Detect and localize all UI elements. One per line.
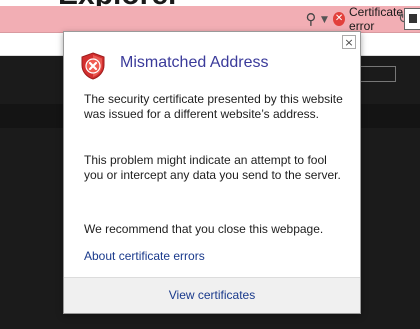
view-certificates-button[interactable]: View certificates [64,278,360,313]
popup-footer: View certificates [64,277,360,313]
certificate-error-popup: × Mismatched Address The security certif… [63,31,361,314]
popup-paragraph-1: The security certificate presented by th… [84,92,343,121]
chevron-down-icon[interactable]: ▼ [321,10,331,30]
address-bar: ⚲ ▼ ✕ Certificate error ↻ [0,5,420,33]
popup-paragraph-2: This problem might indicate an attempt t… [84,153,341,182]
shield-error-icon [81,52,105,80]
tab-favicon-icon[interactable] [404,8,420,30]
search-icon[interactable]: ⚲ [301,9,321,29]
popup-title: Mismatched Address [120,54,269,71]
popup-paragraph-3: We recommend that you close this webpage… [84,222,324,236]
error-x-icon: ✕ [333,12,346,26]
about-certificate-errors-link[interactable]: About certificate errors [84,249,205,263]
close-button[interactable]: × [342,35,356,49]
